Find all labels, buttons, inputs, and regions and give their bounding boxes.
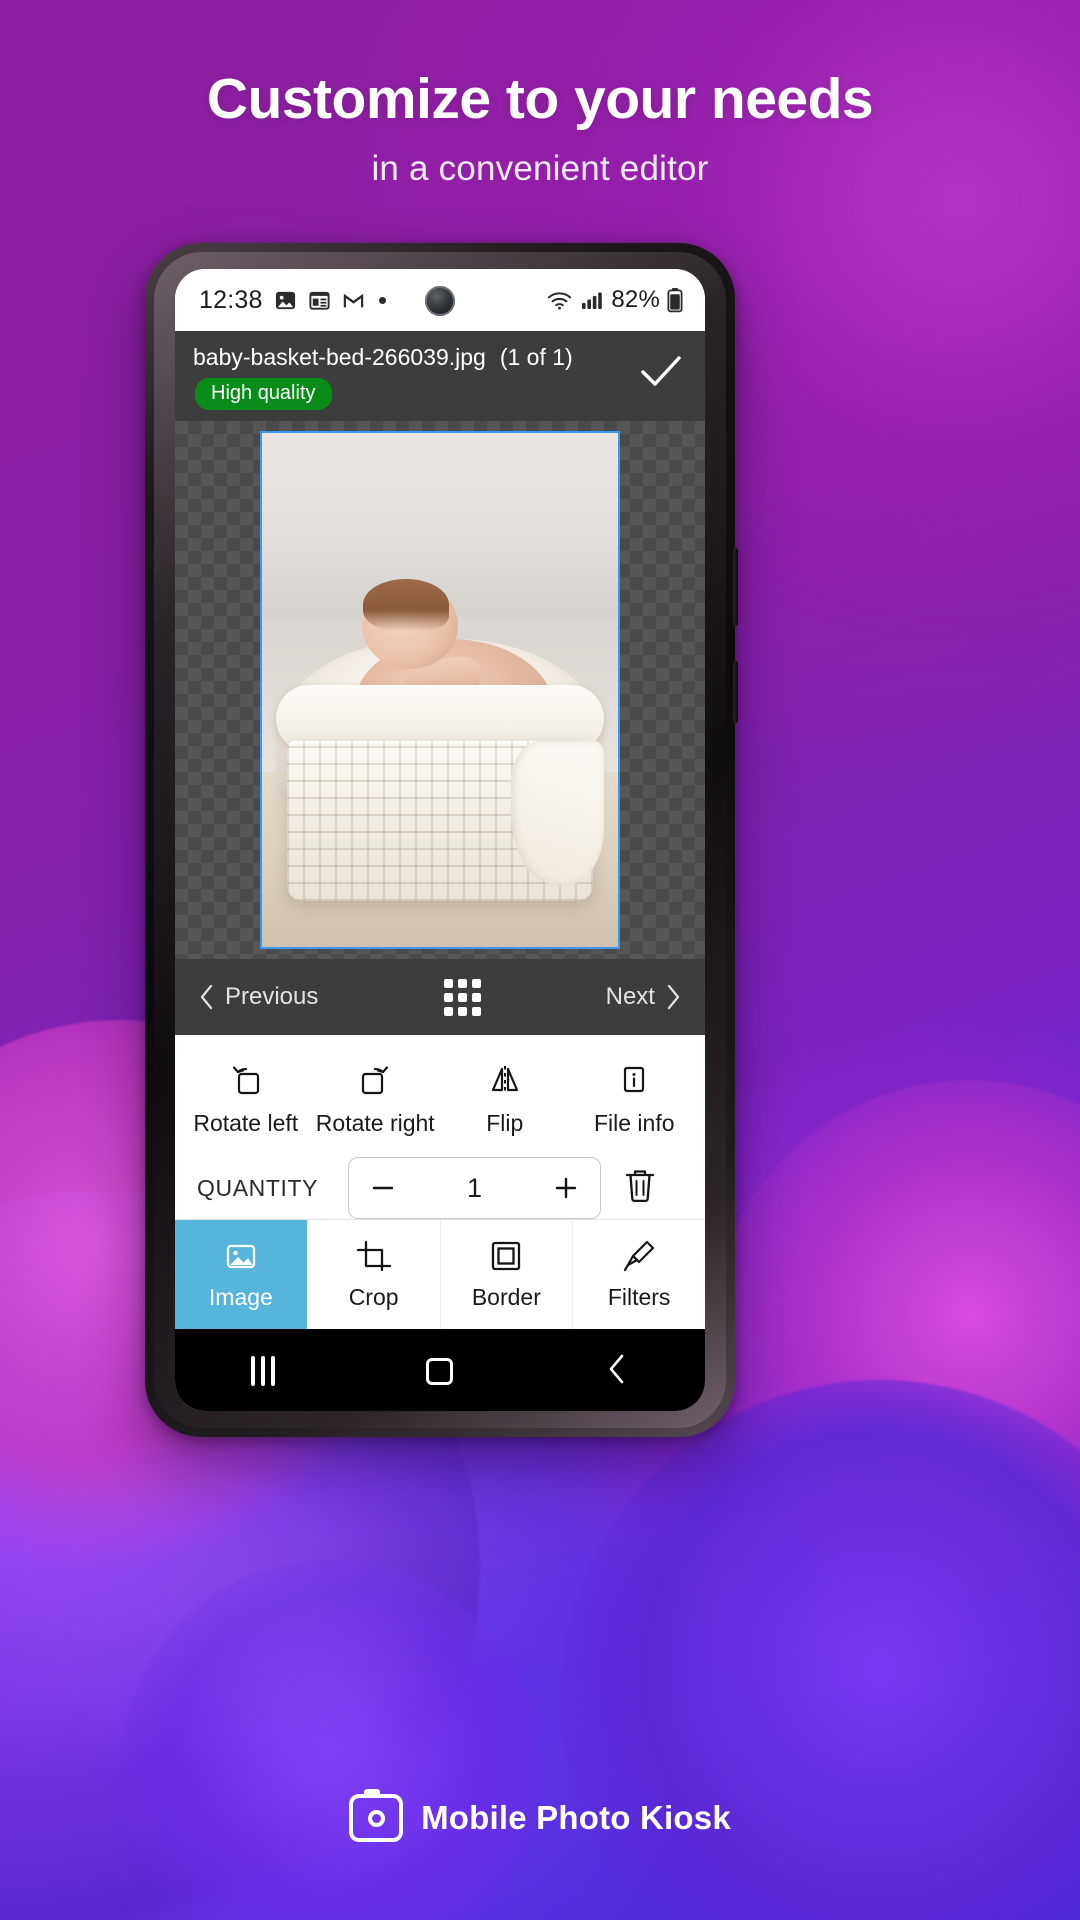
plus-icon [555,1177,577,1199]
previous-label: Previous [225,983,319,1010]
image-canvas[interactable] [175,421,705,959]
brand-name: Mobile Photo Kiosk [421,1799,731,1836]
rotate-right-button[interactable]: Rotate right [311,1061,441,1137]
camera-logo-icon [349,1789,404,1842]
flip-button[interactable]: Flip [440,1061,570,1137]
quantity-label: QUANTITY [197,1174,319,1201]
quantity-stepper[interactable]: 1 [348,1157,601,1220]
phone-screen: 12:38 82% baby-basket-bed-266039.jpg (1 … [175,269,705,1411]
border-icon [492,1241,521,1271]
tab-border[interactable]: Border [440,1220,574,1330]
bottom-tab-bar: Image Crop Border Filters [175,1219,705,1330]
power-button[interactable] [733,548,738,626]
tools-panel: Rotate left Rotate right Flip File info … [175,1035,705,1220]
cellular-signal-icon [582,292,603,309]
recents-icon[interactable] [250,1356,275,1387]
filters-brush-icon [624,1241,655,1272]
page-subtitle: in a convenient editor [371,148,709,188]
file-line: baby-basket-bed-266039.jpg (1 of 1) [193,344,639,371]
app-header: baby-basket-bed-266039.jpg (1 of 1) High… [175,331,705,421]
minus-icon [372,1186,394,1190]
chevron-left-icon [200,984,213,1010]
photo-baby-hair [363,579,449,631]
battery-icon [667,288,683,313]
gmail-icon [343,293,363,307]
calendar-icon [309,291,330,310]
android-navigation-bar [175,1329,705,1411]
photo-preview[interactable] [260,431,620,949]
page-title: Customize to your needs [206,67,874,131]
crop-icon [356,1240,391,1272]
status-bar-left: 12:38 [199,286,386,315]
flip-horizontal-icon [491,1066,518,1093]
previous-button[interactable]: Previous [199,983,318,1011]
phone-mockup: 12:38 82% baby-basket-bed-266039.jpg (1 … [145,243,738,1437]
next-label: Next [605,983,655,1010]
grid-view-icon[interactable] [443,978,481,1016]
chevron-right-icon [667,984,680,1010]
tab-label: Filters [607,1284,671,1311]
quantity-value: 1 [467,1172,483,1203]
next-button[interactable]: Next [606,983,681,1011]
tool-label: Rotate left [193,1110,299,1136]
quantity-row: QUANTITY 1 [175,1143,705,1220]
tab-image[interactable]: Image [175,1220,308,1330]
status-bar: 12:38 82% [175,269,705,331]
status-time: 12:38 [199,285,263,314]
rotate-left-icon [232,1066,259,1095]
image-nav-strip: Previous Next [175,959,705,1035]
checkmark-icon [641,356,681,386]
tool-label: Flip [486,1110,524,1136]
camera-lens-icon [367,1809,385,1827]
status-badge: High quality [195,378,332,410]
delete-button[interactable] [621,1165,681,1212]
dot-icon [378,296,386,304]
wifi-icon [548,292,572,310]
front-camera-punchhole [425,286,455,316]
photos-icon [275,291,295,309]
tool-label: File info [593,1110,675,1136]
photo-drape [511,741,604,886]
brand-footer: Mobile Photo Kiosk [0,1789,1080,1842]
file-info-icon [624,1066,645,1093]
back-icon[interactable] [605,1353,629,1390]
tool-label: Rotate right [315,1110,435,1136]
image-icon [226,1244,256,1269]
promo-headline-block: Customize to your needs in a convenient … [0,68,1080,189]
file-count-label: (1 of 1) [499,344,573,370]
trash-icon [625,1169,655,1202]
file-name-label: baby-basket-bed-266039.jpg [193,344,486,370]
app-header-texts: baby-basket-bed-266039.jpg (1 of 1) High… [193,344,639,410]
tab-crop[interactable]: Crop [307,1220,441,1330]
tab-label: Border [471,1284,541,1311]
battery-percent-label: 82% [611,286,660,313]
confirm-button[interactable] [639,344,689,393]
tool-row: Rotate left Rotate right Flip File info [175,1035,705,1143]
quantity-decrement-button[interactable] [349,1173,417,1203]
volume-button[interactable] [733,661,738,723]
home-icon[interactable] [426,1357,454,1385]
tab-filters[interactable]: Filters [573,1220,705,1330]
tab-label: Image [208,1284,273,1311]
status-bar-right: 82% [546,286,683,314]
quantity-increment-button[interactable] [532,1173,600,1203]
tab-label: Crop [348,1284,399,1311]
rotate-right-icon [362,1066,389,1095]
rotate-left-button[interactable]: Rotate left [181,1061,311,1137]
file-info-button[interactable]: File info [570,1061,700,1137]
